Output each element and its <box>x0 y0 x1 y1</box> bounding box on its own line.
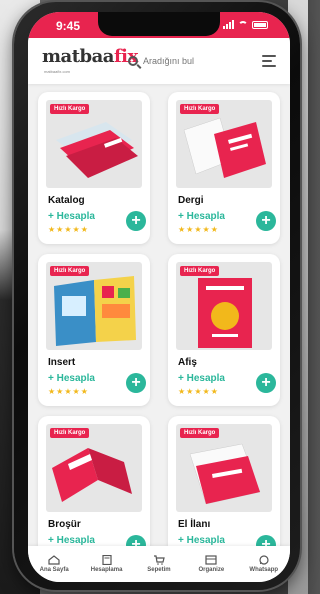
product-image: Hızlı Kargo <box>176 424 272 512</box>
product-card-afis[interactable]: Hızlı Kargo Afiş + Hesapla ★★★★★ + <box>168 254 280 406</box>
product-grid: Hızlı Kargo Katalog + Hesapla ★★★★★ + Hı… <box>38 92 280 568</box>
fast-shipping-badge: Hızlı Kargo <box>50 104 90 114</box>
battery-icon <box>252 20 268 29</box>
product-title: El İlanı <box>178 519 211 530</box>
nav-calculate[interactable]: Hesaplama <box>83 555 131 573</box>
product-image: Hızlı Kargo <box>46 262 142 350</box>
calculator-icon <box>101 555 112 565</box>
whatsapp-icon <box>259 555 269 565</box>
calculate-link[interactable]: + Hesapla <box>178 373 225 384</box>
product-title: Broşür <box>48 519 81 530</box>
home-icon <box>48 555 60 565</box>
nav-home[interactable]: Ana Sayfa <box>30 555 78 573</box>
rating-stars: ★★★★★ <box>48 225 89 234</box>
add-button[interactable]: + <box>126 373 146 393</box>
status-bar: 9:45 <box>28 12 290 38</box>
nav-organize[interactable]: Organize <box>187 555 235 573</box>
nav-label: Hesaplama <box>90 567 123 573</box>
fast-shipping-badge: Hızlı Kargo <box>50 266 90 276</box>
logo-main: matbaa <box>42 46 114 67</box>
product-image: Hızlı Kargo <box>46 100 142 188</box>
calculate-link[interactable]: + Hesapla <box>178 211 225 222</box>
nav-label: Ana Sayfa <box>39 567 69 573</box>
fast-shipping-badge: Hızlı Kargo <box>180 104 220 114</box>
search-bar[interactable] <box>124 50 254 72</box>
rating-stars: ★★★★★ <box>178 387 219 396</box>
nav-label: Whatsapp <box>249 567 279 573</box>
phone-notch <box>98 12 220 36</box>
status-time: 9:45 <box>56 19 81 33</box>
cart-icon <box>153 555 165 565</box>
search-icon[interactable] <box>128 56 138 66</box>
calculate-link[interactable]: + Hesapla <box>48 373 95 384</box>
bottom-navigation: Ana Sayfa Hesaplama Sepetim Organize Wha… <box>28 546 290 582</box>
rating-stars: ★★★★★ <box>48 387 89 396</box>
product-image: Hızlı Kargo <box>176 100 272 188</box>
fast-shipping-badge: Hızlı Kargo <box>50 428 90 438</box>
nav-cart[interactable]: Sepetim <box>135 555 183 573</box>
fast-shipping-badge: Hızlı Kargo <box>180 428 220 438</box>
product-image: Hızlı Kargo <box>176 262 272 350</box>
add-button[interactable]: + <box>126 211 146 231</box>
nav-label: Organize <box>198 567 225 573</box>
logo-tagline: matbaafix.com <box>44 69 71 74</box>
add-button[interactable]: + <box>256 373 276 393</box>
product-title: Dergi <box>178 195 204 206</box>
search-input[interactable] <box>143 56 243 66</box>
signal-icon <box>223 20 234 29</box>
product-title: Insert <box>48 357 76 368</box>
calculate-link[interactable]: + Hesapla <box>178 535 225 546</box>
fast-shipping-badge: Hızlı Kargo <box>180 266 220 276</box>
wifi-icon <box>238 20 248 29</box>
nav-whatsapp[interactable]: Whatsapp <box>240 555 288 573</box>
add-button[interactable]: + <box>256 211 276 231</box>
calculate-link[interactable]: + Hesapla <box>48 211 95 222</box>
product-title: Katalog <box>48 195 85 206</box>
app-screen: 9:45 matbaafix matbaafix.com Hızlı Kargo <box>28 12 290 582</box>
product-card-katalog[interactable]: Hızlı Kargo Katalog + Hesapla ★★★★★ + <box>38 92 150 244</box>
hamburger-menu-icon[interactable] <box>262 55 276 70</box>
organize-icon <box>205 555 217 565</box>
status-icons <box>223 20 268 29</box>
rating-stars: ★★★★★ <box>178 225 219 234</box>
nav-label: Sepetim <box>147 567 171 573</box>
product-card-insert[interactable]: Hızlı Kargo Insert + Hesapla ★★★★★ + <box>38 254 150 406</box>
product-image: Hızlı Kargo <box>46 424 142 512</box>
app-header: matbaafix matbaafix.com <box>28 38 290 84</box>
calculate-link[interactable]: + Hesapla <box>48 535 95 546</box>
product-title: Afiş <box>178 357 197 368</box>
product-card-dergi[interactable]: Hızlı Kargo Dergi + Hesapla ★★★★★ + <box>168 92 280 244</box>
